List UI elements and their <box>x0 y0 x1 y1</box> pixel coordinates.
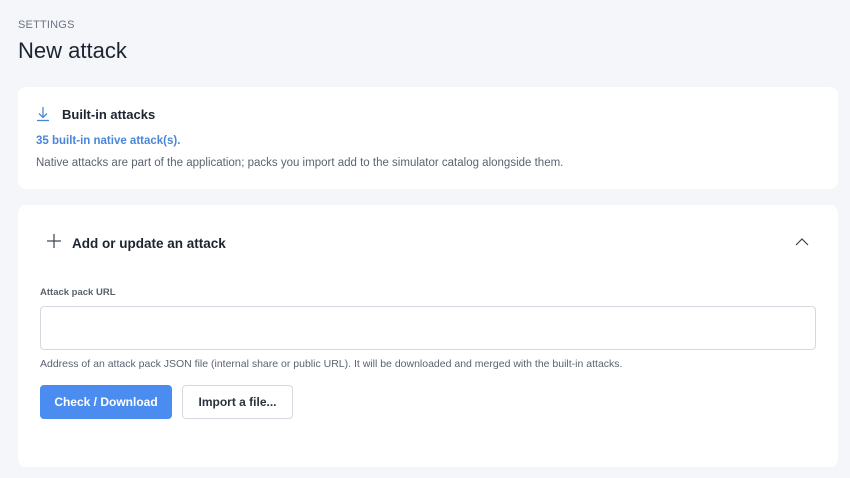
builtin-attacks-header: Built-in attacks <box>36 106 155 122</box>
add-attack-header[interactable]: Add or update an attack <box>46 233 226 254</box>
chevron-up-icon[interactable] <box>794 235 810 249</box>
plus-icon <box>46 233 62 254</box>
builtin-attacks-title: Built-in attacks <box>62 106 156 122</box>
add-attack-title: Add or update an attack <box>72 236 226 251</box>
check-download-button[interactable]: Check / Download <box>40 385 172 419</box>
settings-eyebrow: SETTINGS <box>18 19 75 31</box>
page-title: New attack <box>18 38 127 63</box>
attack-pack-url-help: Address of an attack pack JSON file (int… <box>40 358 623 370</box>
add-attack-card: Add or update an attack Attack pack URL … <box>18 205 838 467</box>
import-file-button[interactable]: Import a file... <box>182 385 293 419</box>
builtin-attacks-count: 35 built-in native attack(s). <box>36 135 181 147</box>
builtin-attacks-description: Native attacks are part of the applicati… <box>36 157 564 169</box>
attack-pack-url-label: Attack pack URL <box>40 287 116 298</box>
builtin-attacks-card: Built-in attacks 35 built-in native atta… <box>18 87 838 189</box>
attack-pack-url-input[interactable] <box>40 306 816 350</box>
download-icon <box>36 106 50 122</box>
